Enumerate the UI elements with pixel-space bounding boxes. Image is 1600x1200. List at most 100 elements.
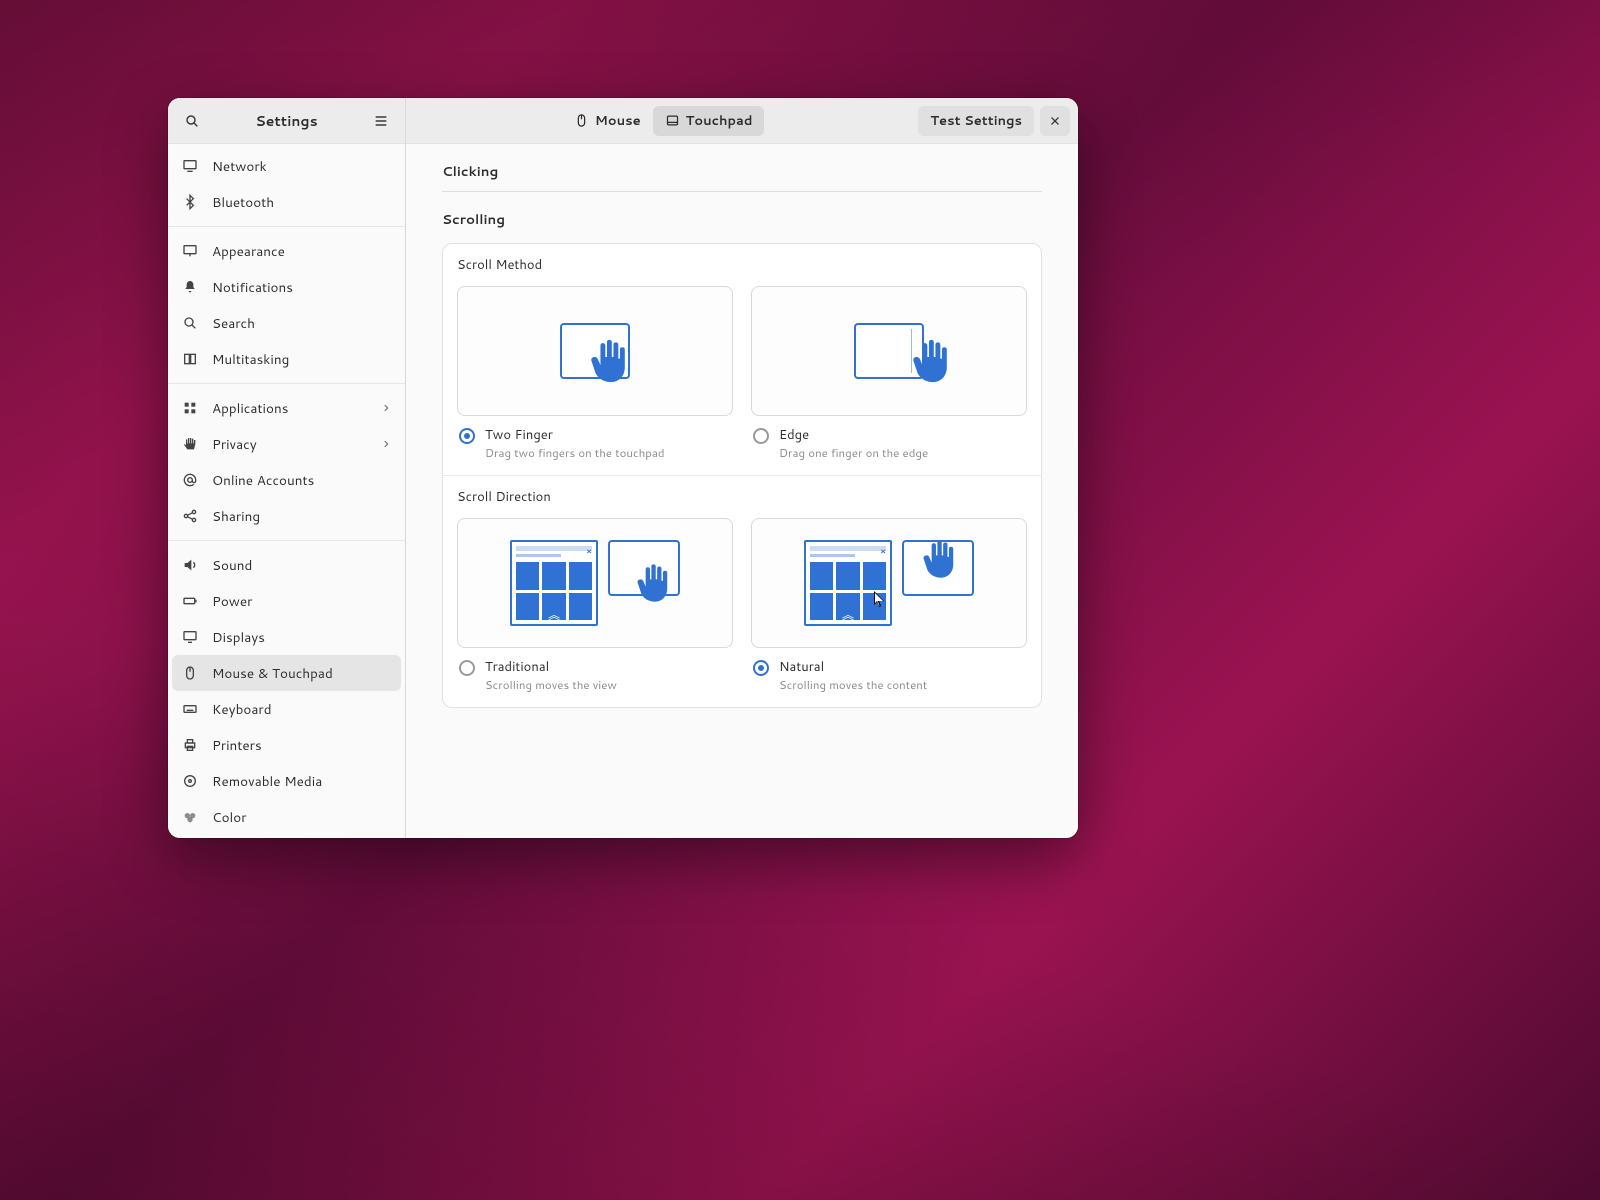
printer-icon [182,737,198,753]
sidebar-item-bluetooth[interactable]: Bluetooth [168,184,405,220]
bell-icon [182,279,198,295]
hamburger-icon[interactable] [367,107,395,135]
option-traditional[interactable]: × ︽ [457,518,733,695]
tab-mouse[interactable]: Mouse [562,106,653,136]
sidebar-item-label: Applications [212,399,288,418]
sidebar-item-label: Sound [212,556,252,575]
sidebar-item-label: Color [212,808,247,827]
main-panel: Mouse Touchpad Test Settings Clicking Sc… [406,98,1078,838]
sidebar-item-label: Bluetooth [212,193,274,212]
appearance-icon [182,243,198,259]
at-icon [182,472,198,488]
scrolling-card: Scroll Method [442,243,1042,708]
sidebar-title: Settings [255,111,317,131]
speaker-icon [182,557,198,573]
sidebar-separator [168,540,405,541]
sidebar-item-notifications[interactable]: Notifications [168,269,405,305]
sidebar-separator [168,383,405,384]
sidebar-separator [168,226,405,227]
sidebar-item-sharing[interactable]: Sharing [168,498,405,534]
touchpad-small-icon [665,113,680,128]
header-bar: Mouse Touchpad Test Settings [406,98,1078,144]
option-desc: Drag two fingers on the touchpad [485,444,665,461]
option-title: Traditional [485,658,617,676]
tab-touchpad[interactable]: Touchpad [653,106,765,136]
radio-natural[interactable] [753,660,769,676]
keyboard-icon [182,701,198,717]
sidebar-item-multitasking[interactable]: Multitasking [168,341,405,377]
sidebar-item-color[interactable]: Color [168,799,405,835]
option-edge[interactable]: Edge Drag one finger on the edge [751,286,1027,463]
search-icon[interactable] [178,107,206,135]
test-settings-button[interactable]: Test Settings [918,106,1034,136]
tab-label: Touchpad [686,112,753,130]
close-button[interactable] [1040,106,1070,136]
sidebar-item-label: Network [212,157,267,176]
radio-edge[interactable] [753,428,769,444]
sidebar-item-label: Keyboard [212,700,272,719]
option-title: Edge [779,426,928,444]
radio-traditional[interactable] [459,660,475,676]
bluetooth-icon [182,194,198,210]
search-small-icon [182,315,198,331]
option-natural[interactable]: × ︽ [751,518,1027,695]
sidebar-item-search[interactable]: Search [168,305,405,341]
option-desc: Scrolling moves the content [779,676,927,693]
sidebar-item-appearance[interactable]: Appearance [168,233,405,269]
apps-icon [182,400,198,416]
tab-label: Mouse [595,112,641,130]
disc-icon [182,773,198,789]
natural-illustration: × ︽ [751,518,1027,648]
sidebar-item-label: Search [212,314,255,333]
color-icon [182,809,198,825]
scroll-method-heading: Scroll Method [443,244,1041,280]
settings-window: Settings Network Bluetooth Appearance [168,98,1078,838]
option-desc: Drag one finger on the edge [779,444,928,461]
option-title: Two Finger [485,426,665,444]
sidebar-item-label: Appearance [212,242,285,261]
sidebar-item-label: Mouse & Touchpad [212,664,333,683]
sidebar-item-label: Multitasking [212,350,289,369]
display-icon [182,158,198,174]
section-clicking-title: Clicking [442,162,1042,181]
scroll-direction-heading: Scroll Direction [443,476,1041,512]
sidebar-header: Settings [168,98,405,144]
sidebar-item-online-accounts[interactable]: Online Accounts [168,462,405,498]
share-icon [182,508,198,524]
sidebar-item-printers[interactable]: Printers [168,727,405,763]
sidebar-item-label: Sharing [212,507,260,526]
sidebar-item-displays[interactable]: Displays [168,619,405,655]
traditional-illustration: × ︽ [457,518,733,648]
button-label: Test Settings [930,112,1022,130]
sidebar-item-keyboard[interactable]: Keyboard [168,691,405,727]
sidebar-item-label: Power [212,592,252,611]
battery-icon [182,593,198,609]
sidebar-item-removable-media[interactable]: Removable Media [168,763,405,799]
mouse-small-icon [574,113,589,128]
multitasking-icon [182,351,198,367]
sidebar-item-label: Online Accounts [212,471,314,490]
sidebar-item-mouse-touchpad[interactable]: Mouse & Touchpad [172,655,401,691]
sidebar-item-label: Printers [212,736,262,755]
radio-two-finger[interactable] [459,428,475,444]
chevron-right-icon [381,435,391,454]
sidebar-item-label: Privacy [212,435,257,454]
mouse-icon [182,665,198,681]
sidebar-list: Network Bluetooth Appearance Notificatio… [168,144,405,838]
sidebar-item-power[interactable]: Power [168,583,405,619]
tab-switcher: Mouse Touchpad [562,106,765,136]
divider [442,191,1042,192]
sidebar-item-sound[interactable]: Sound [168,547,405,583]
option-title: Natural [779,658,927,676]
chevron-right-icon [381,399,391,418]
sidebar-item-privacy[interactable]: Privacy [168,426,405,462]
sidebar-item-network[interactable]: Network [168,148,405,184]
option-two-finger[interactable]: Two Finger Drag two fingers on the touch… [457,286,733,463]
close-icon [1049,115,1061,127]
edge-illustration [751,286,1027,416]
sidebar-item-applications[interactable]: Applications [168,390,405,426]
option-desc: Scrolling moves the view [485,676,617,693]
scroll-method-options: Two Finger Drag two fingers on the touch… [443,280,1041,475]
section-scrolling-title: Scrolling [442,210,1042,229]
content-area: Clicking Scrolling Scroll Method [406,144,1078,838]
